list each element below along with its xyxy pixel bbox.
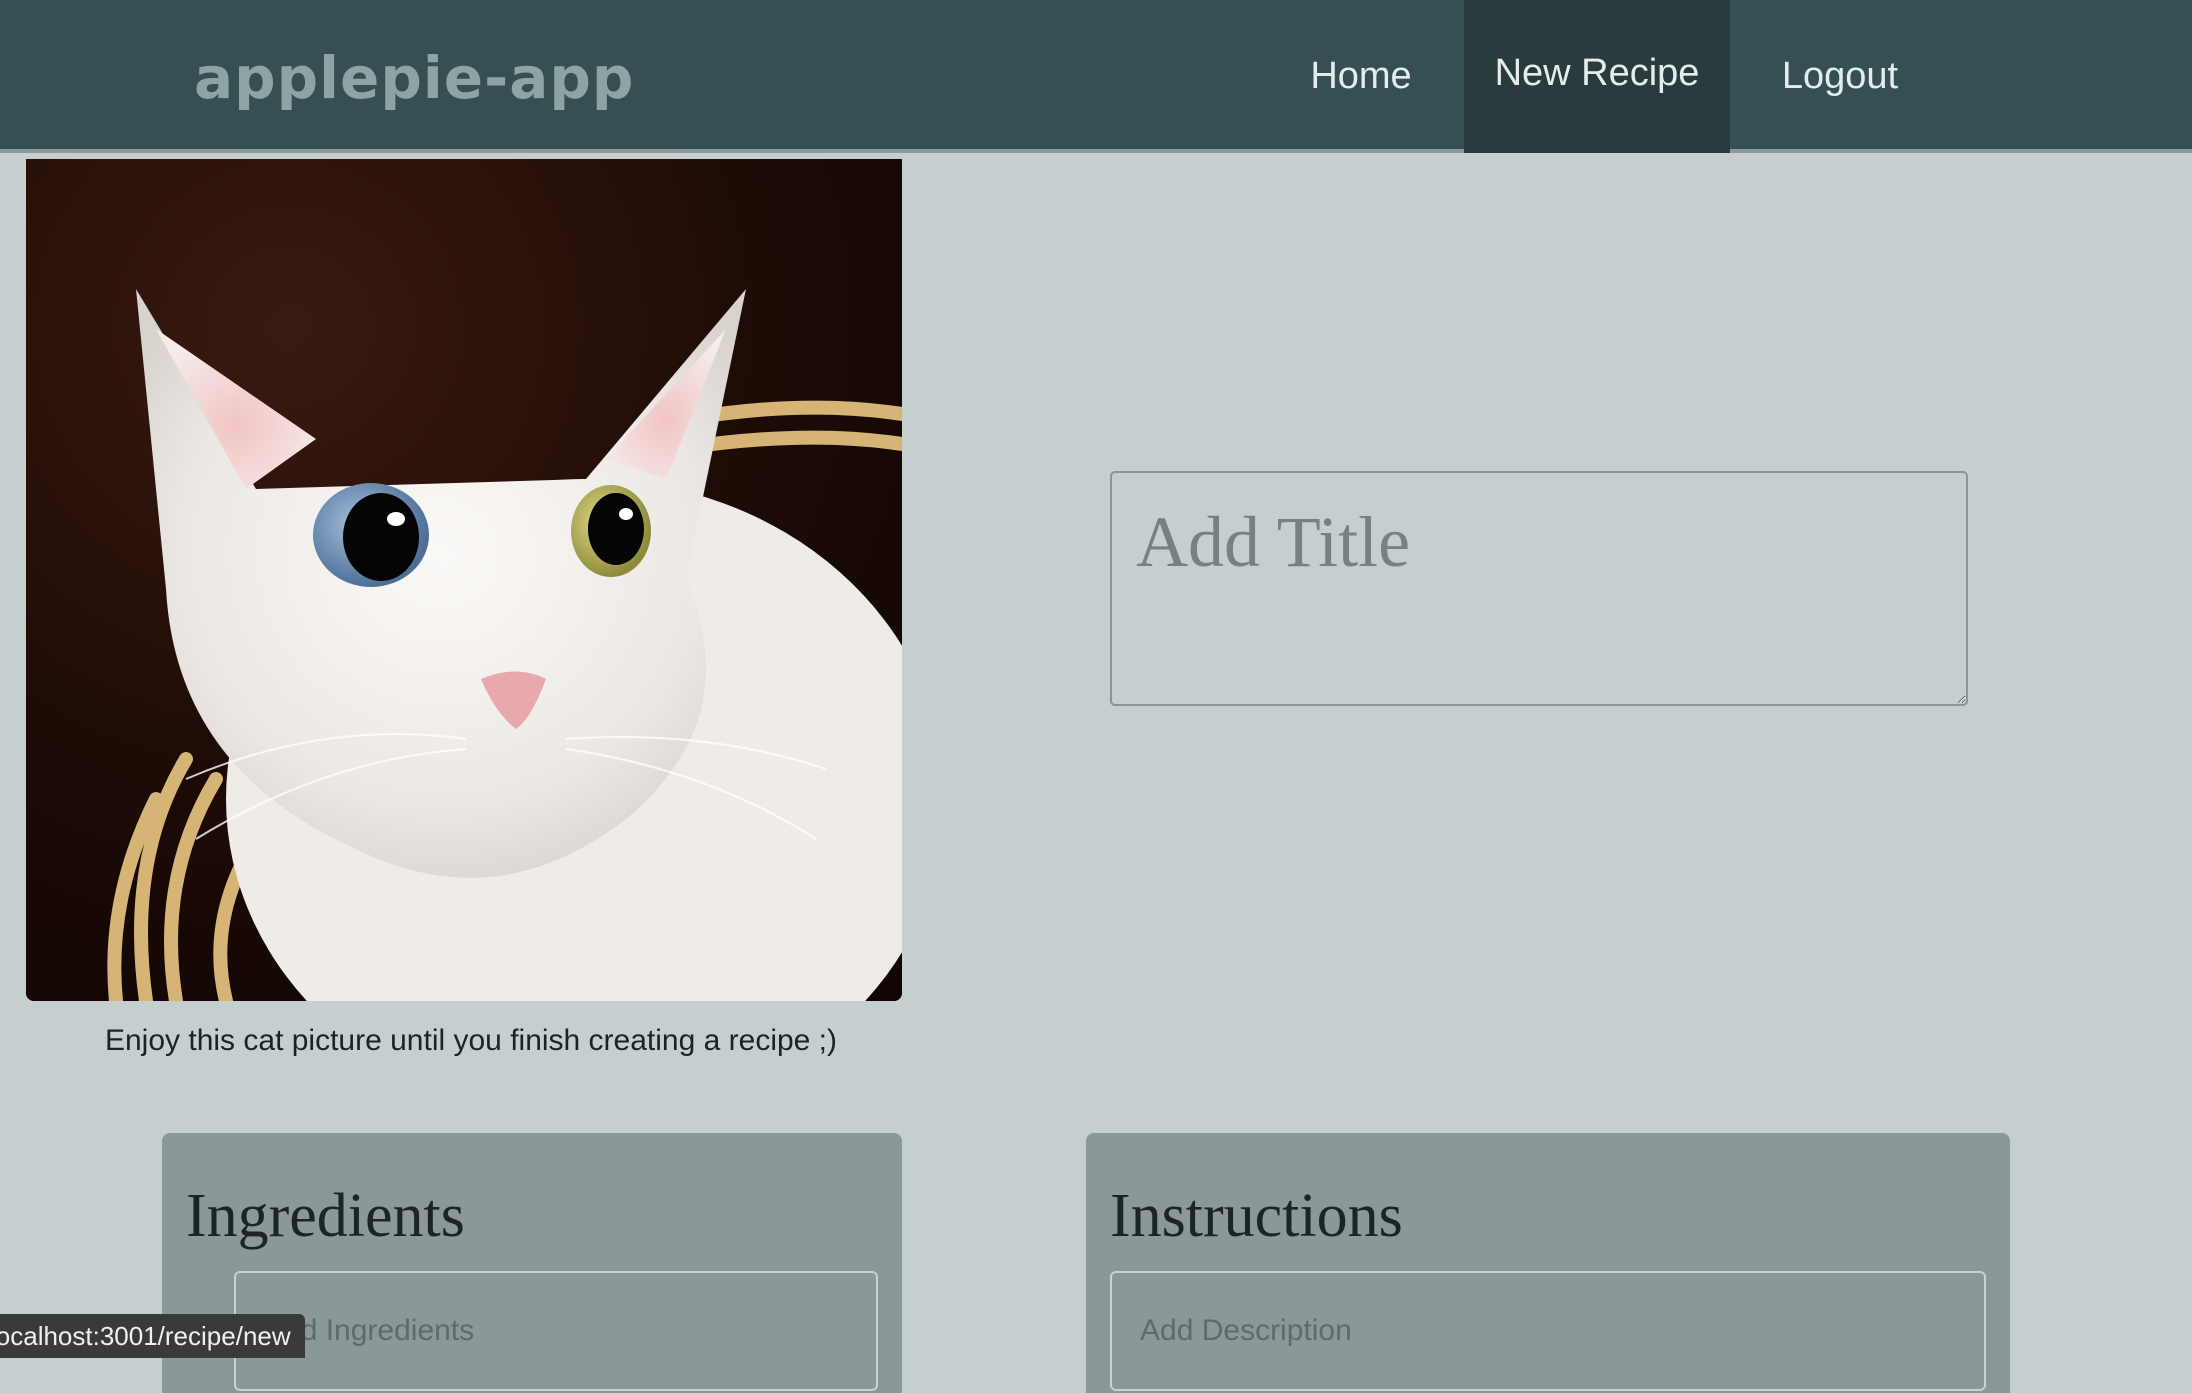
description-input[interactable] bbox=[1110, 1271, 1986, 1391]
nav-new-recipe-link[interactable]: New Recipe bbox=[1464, 0, 1730, 153]
navbar: applepie-app Home New Recipe Logout bbox=[0, 0, 2192, 153]
ingredients-heading: Ingredients bbox=[186, 1182, 465, 1250]
instructions-heading: Instructions bbox=[1110, 1182, 1403, 1250]
status-url-text: localhost:3001/recipe/new bbox=[0, 1321, 291, 1351]
nav-home-link[interactable]: Home bbox=[1288, 0, 1434, 153]
ingredients-input[interactable] bbox=[234, 1271, 878, 1391]
cat-photo bbox=[26, 159, 902, 1001]
status-bar-url: localhost:3001/recipe/new bbox=[0, 1314, 305, 1358]
cat-caption: Enjoy this cat picture until you finish … bbox=[104, 1024, 838, 1057]
brand-logo[interactable]: applepie-app bbox=[194, 44, 634, 112]
nav-logout-link[interactable]: Logout bbox=[1764, 0, 1916, 153]
instructions-card: Instructions bbox=[1086, 1133, 2010, 1393]
recipe-title-input[interactable] bbox=[1110, 471, 1968, 706]
